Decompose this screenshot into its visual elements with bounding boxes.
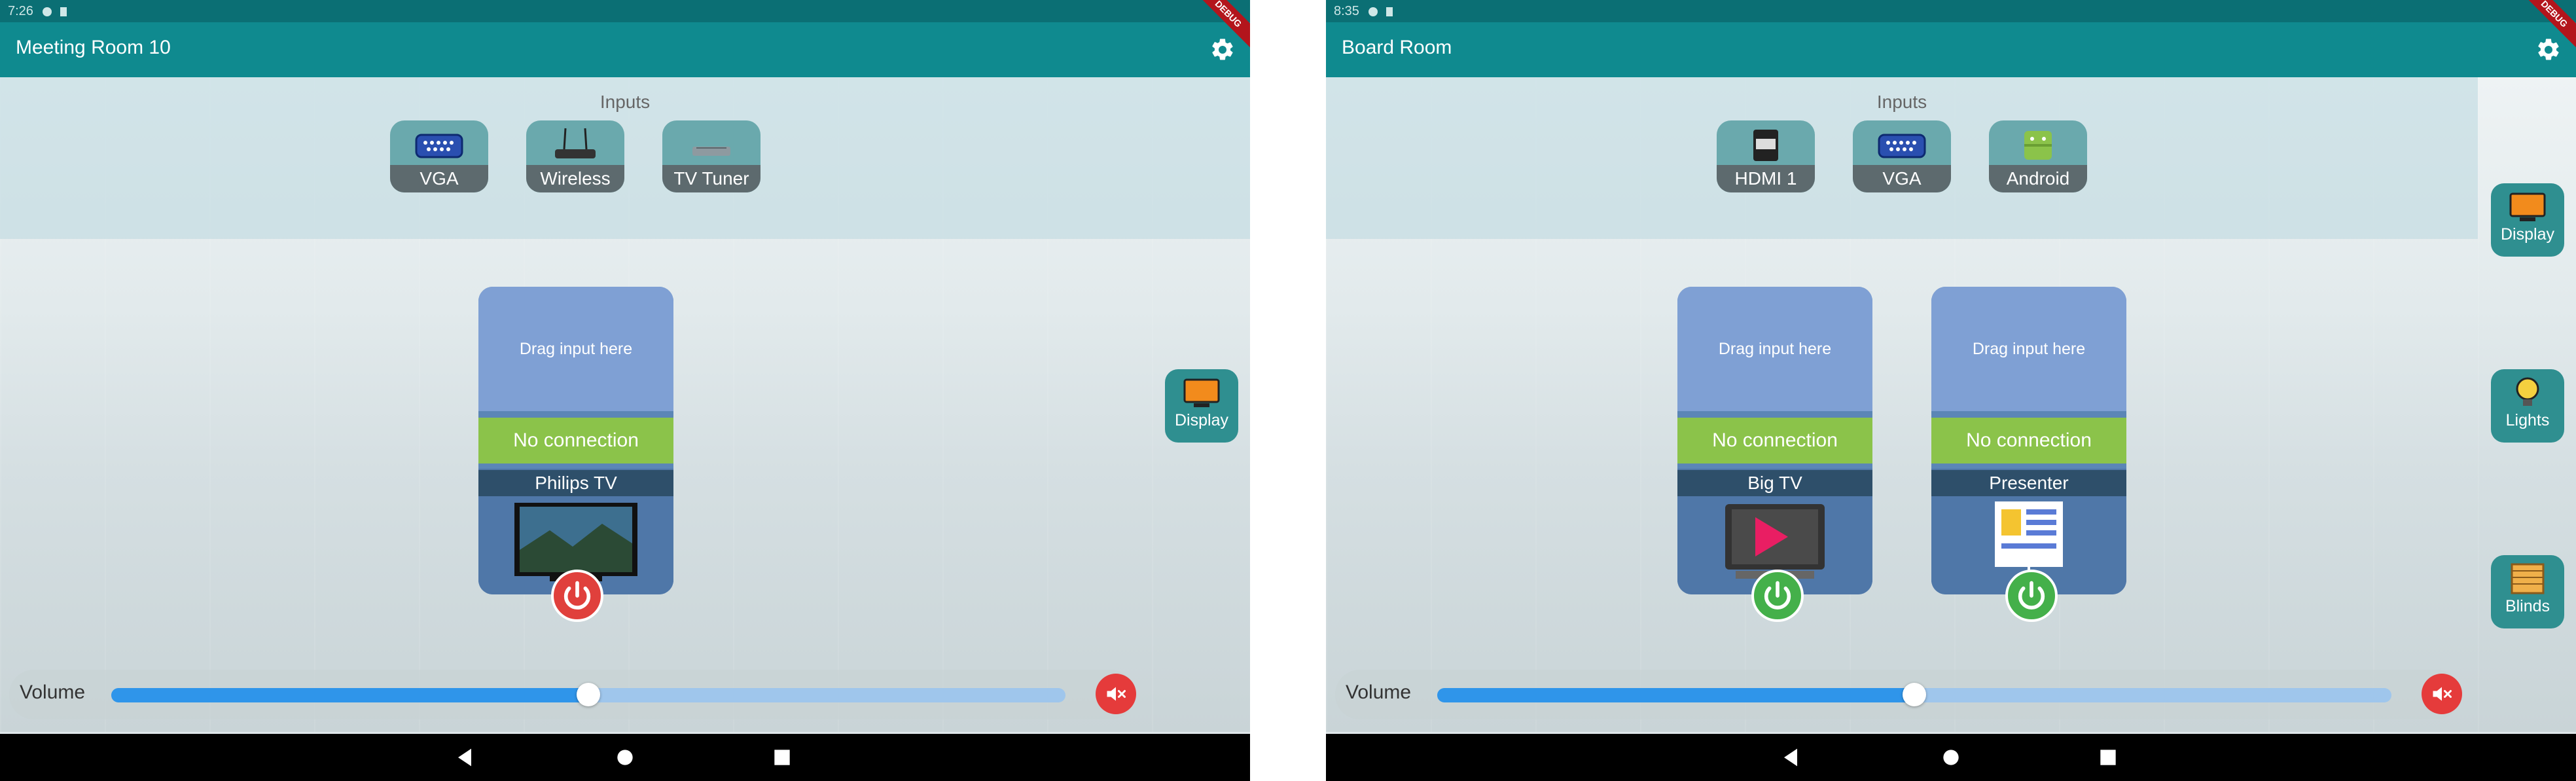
tv-tuner-icon [692, 147, 730, 156]
volume-fill [1437, 688, 1914, 702]
input-label: HDMI 1 [1717, 165, 1815, 192]
output-name: Presenter [1931, 470, 2126, 496]
vga-icon [1878, 134, 1926, 158]
volume-bar: Volume [9, 670, 1136, 719]
input-tile-vga[interactable]: VGA [1853, 120, 1951, 192]
inputs-label: Inputs [599, 92, 651, 112]
power-icon [2018, 581, 2045, 610]
android-nav-bar [0, 734, 1250, 781]
power-icon [564, 581, 591, 610]
status-bar: 8:35 [1326, 0, 2576, 22]
inputs-label: Inputs [1876, 92, 1927, 112]
status-time: 7:26 [8, 4, 33, 18]
side-button-lights[interactable]: Lights [2491, 369, 2564, 443]
display-icon [2509, 192, 2546, 221]
lightbulb-icon [2516, 377, 2539, 406]
hdmi-icon [1753, 130, 1778, 161]
drop-target[interactable]: Drag input here [478, 287, 673, 411]
input-tile-vga[interactable]: VGA [390, 120, 488, 192]
room-title: Meeting Room 10 [16, 37, 171, 58]
blinds-icon [2511, 563, 2545, 594]
output-name: Big TV [1677, 470, 1872, 496]
volume-slider[interactable] [1437, 683, 2391, 706]
mute-button[interactable] [1096, 674, 1136, 714]
input-label: VGA [1853, 165, 1951, 192]
android-nav-bar [1326, 734, 2576, 781]
inputs-panel: Inputs HDMI 1 VGA Android [1326, 77, 2478, 239]
settings-gear-icon[interactable] [1209, 37, 1236, 63]
volume-label: Volume [20, 681, 86, 703]
battery-icon [60, 7, 67, 16]
side-button-display[interactable]: Display [2491, 183, 2564, 257]
room-title: Board Room [1342, 37, 1452, 58]
drop-target[interactable]: Drag input here [1677, 287, 1872, 411]
side-button-label: Blinds [2505, 597, 2550, 615]
input-label: Android [1989, 165, 2087, 192]
home-icon[interactable] [612, 744, 638, 771]
app-bar: Board Room [1326, 22, 2576, 77]
power-button-big-tv[interactable] [1751, 570, 1804, 622]
connection-status: No connection [478, 418, 673, 463]
input-tile-tv-tuner[interactable]: TV Tuner [662, 120, 760, 192]
power-icon [1764, 581, 1791, 610]
vga-icon [415, 134, 463, 158]
output-zone-philips-tv[interactable]: Drag input here No connection Philips TV [478, 287, 673, 594]
notification-icon [42, 7, 52, 16]
volume-label: Volume [1346, 681, 1412, 703]
wireless-router-icon [555, 128, 596, 158]
side-button-label: Display [2501, 225, 2554, 244]
side-button-display[interactable]: Display [1165, 369, 1238, 443]
connection-status: No connection [1677, 418, 1872, 463]
room-background: Inputs HDMI 1 VGA Android Display Lights… [1326, 77, 2576, 732]
back-icon[interactable] [452, 744, 478, 771]
output-zone-presenter[interactable]: Drag input here No connection Presenter [1931, 287, 2126, 594]
power-button-philips-tv[interactable] [551, 570, 603, 622]
drop-target[interactable]: Drag input here [1931, 287, 2126, 411]
output-name: Philips TV [478, 470, 673, 496]
side-button-label: Display [1175, 411, 1228, 429]
input-tile-hdmi-1[interactable]: HDMI 1 [1717, 120, 1815, 192]
output-zone-big-tv[interactable]: Drag input here No connection Big TV [1677, 287, 1872, 594]
input-tile-android[interactable]: Android [1989, 120, 2087, 192]
status-time: 8:35 [1334, 4, 1359, 18]
mute-button[interactable] [2422, 674, 2462, 714]
input-label: VGA [390, 165, 488, 192]
input-label: Wireless [526, 165, 624, 192]
volume-bar: Volume [1335, 670, 2462, 719]
status-bar: 7:26 [0, 0, 1250, 22]
app-bar: Meeting Room 10 [0, 22, 1250, 77]
home-icon[interactable] [1938, 744, 1964, 771]
battery-icon [1386, 7, 1393, 16]
connection-status: No connection [1931, 418, 2126, 463]
tablet-meeting-room-10: 7:26 Meeting Room 10 DEBUG Inputs VGA Wi… [0, 0, 1250, 781]
notification-icon [1368, 7, 1378, 16]
display-icon [1183, 378, 1220, 407]
recent-apps-icon[interactable] [769, 744, 795, 771]
side-button-label: Lights [2505, 411, 2550, 429]
settings-gear-icon[interactable] [2535, 37, 2562, 63]
input-tile-wireless[interactable]: Wireless [526, 120, 624, 192]
power-button-presenter[interactable] [2005, 570, 2058, 622]
volume-thumb[interactable] [1903, 683, 1926, 706]
back-icon[interactable] [1778, 744, 1804, 771]
room-background: Inputs VGA Wireless TV Tuner Display Dra… [0, 77, 1250, 732]
side-button-blinds[interactable]: Blinds [2491, 555, 2564, 628]
volume-slider[interactable] [111, 683, 1065, 706]
speaker-mute-icon [2433, 687, 2452, 701]
input-label: TV Tuner [662, 165, 760, 192]
inputs-panel: Inputs VGA Wireless TV Tuner [0, 77, 1250, 239]
speaker-mute-icon [1107, 687, 1126, 701]
recent-apps-icon[interactable] [2095, 744, 2121, 771]
volume-fill [111, 688, 588, 702]
volume-thumb[interactable] [577, 683, 600, 706]
tablet-board-room: 8:35 Board Room DEBUG Inputs HDMI 1 VGA … [1326, 0, 2576, 781]
android-icon [2024, 131, 2052, 160]
